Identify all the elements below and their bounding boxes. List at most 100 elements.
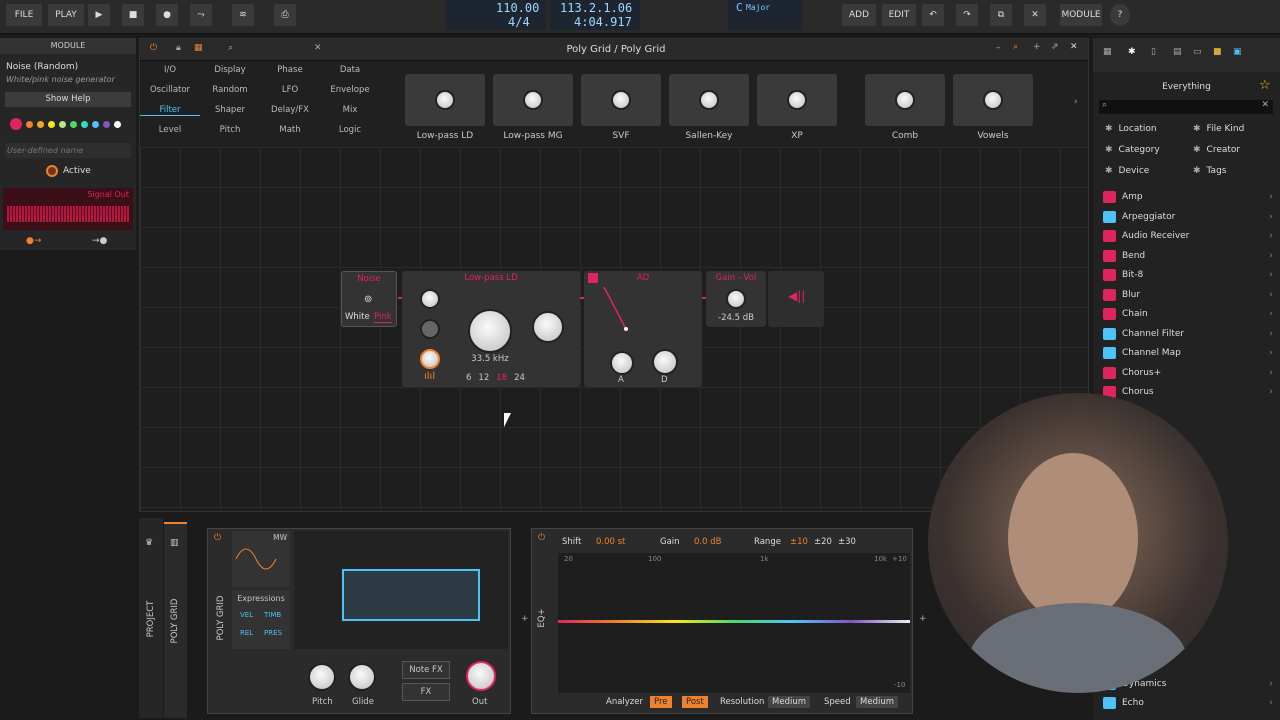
category-oscillator[interactable]: Oscillator — [140, 85, 200, 95]
poly-grid-device[interactable]: ⏻ POLY GRID MW Expressions VEL TIMB REL … — [207, 528, 511, 714]
key-display[interactable]: C Major — [728, 0, 802, 30]
close-icon[interactable]: ✕ — [1070, 42, 1078, 52]
browser-item[interactable]: Chain › — [1103, 308, 1273, 320]
browser-item[interactable]: Channel Map › — [1103, 347, 1273, 359]
key-track-knob[interactable] — [420, 349, 440, 369]
noise-module[interactable]: Noise ⊚ White Pink — [341, 271, 397, 327]
add-button[interactable]: ADD — [842, 4, 876, 26]
category-delayfx[interactable]: Delay/FX — [260, 105, 320, 115]
show-help-button[interactable]: Show Help — [5, 92, 131, 107]
browser-item[interactable]: Blur › — [1103, 288, 1273, 301]
thumb-low-pass-mg[interactable] — [493, 74, 573, 126]
add-icon[interactable]: + — [1033, 42, 1041, 52]
category-lfo[interactable]: LFO — [260, 85, 320, 95]
user-name-input[interactable] — [5, 143, 131, 158]
browser-item[interactable]: Arpeggiator › — [1103, 210, 1273, 223]
glide-knob[interactable] — [348, 663, 376, 691]
browser-item[interactable]: Chorus+ › — [1103, 366, 1273, 379]
minimize-icon[interactable]: – — [996, 43, 1001, 53]
slope-12[interactable]: 12 — [478, 373, 489, 383]
category-phase[interactable]: Phase — [260, 65, 320, 75]
automation-button[interactable]: ⤳ — [190, 4, 212, 26]
category-pitch[interactable]: Pitch — [200, 125, 260, 135]
monitor-icon[interactable]: ▣ — [1233, 47, 1242, 57]
browser-item[interactable]: Bend › — [1103, 249, 1273, 262]
ad-envelope-module[interactable]: AD A D — [584, 271, 702, 387]
slope-24[interactable]: 24 — [514, 373, 525, 383]
output-port-icon[interactable]: →● — [92, 236, 107, 246]
category-shaper[interactable]: Shaper — [200, 105, 260, 115]
resonance-knob[interactable] — [532, 311, 564, 343]
poly-grid-track-tab[interactable]: ▥ POLY GRID — [164, 522, 187, 718]
tiles-icon[interactable]: ▦ — [1103, 47, 1112, 57]
pitch-knob[interactable] — [308, 663, 336, 691]
category-filter[interactable]: Filter — [140, 105, 200, 116]
decay-knob[interactable] — [652, 349, 678, 375]
groove-button[interactable]: ≋ — [232, 4, 254, 26]
resonance-mod-knob[interactable] — [420, 319, 440, 339]
search-input[interactable] — [1113, 100, 1253, 114]
slope-selector[interactable]: 6 12 18 24 — [466, 373, 525, 383]
category-math[interactable]: Math — [260, 125, 320, 135]
thumb-sallen-key[interactable] — [669, 74, 749, 126]
audio-out-module[interactable]: ◀|| — [768, 271, 824, 327]
gain-knob[interactable] — [726, 289, 746, 309]
eq-graph[interactable]: 20 100 1k 10k +10 -10 — [558, 553, 910, 693]
gain-value[interactable]: 0.0 dB — [694, 537, 721, 547]
resolution-select[interactable]: Medium — [768, 696, 810, 708]
gain-vol-module[interactable]: Gain - Vol -24.5 dB — [706, 271, 766, 327]
preset-icon[interactable]: ▤ — [1173, 47, 1182, 57]
filter-creator[interactable]: ✱ Creator — [1193, 145, 1240, 155]
tempo-value[interactable]: 110.00 — [496, 1, 539, 15]
thumb-svf[interactable] — [581, 74, 661, 126]
attack-knob[interactable] — [610, 351, 634, 375]
rel-expression[interactable]: REL — [240, 629, 253, 637]
white-option[interactable]: White — [345, 312, 370, 322]
position-display[interactable]: 113.2.1.06 4:04.917 — [550, 0, 640, 30]
category-level[interactable]: Level — [140, 125, 200, 135]
clear-icon[interactable]: ✕ — [1261, 100, 1269, 110]
cutoff-knob[interactable] — [468, 309, 512, 353]
star-icon[interactable]: ☆ — [1259, 78, 1271, 93]
color-swatches[interactable] — [10, 118, 121, 130]
speed-select[interactable]: Medium — [856, 696, 898, 708]
folder-icon[interactable]: ■ — [1213, 47, 1222, 57]
active-toggle[interactable]: Active — [46, 165, 91, 177]
close-button[interactable]: ✕ — [1024, 4, 1046, 26]
category-display[interactable]: Display — [200, 65, 260, 75]
pre-button[interactable]: Pre — [650, 696, 672, 708]
file-menu[interactable]: FILE — [6, 4, 42, 26]
chevron-right-icon[interactable]: › — [1074, 97, 1078, 107]
input-port-icon[interactable]: ●→ — [26, 236, 41, 246]
grid-overview[interactable] — [294, 531, 508, 649]
post-button[interactable]: Post — [682, 696, 708, 708]
category-mix[interactable]: Mix — [320, 105, 380, 115]
browser-item[interactable]: Chorus › — [1103, 386, 1273, 398]
filter-tags[interactable]: ✱ Tags — [1193, 166, 1226, 176]
category-io[interactable]: I/O — [140, 65, 200, 75]
print-button[interactable]: ⎙ — [274, 4, 296, 26]
browser-search[interactable]: ⌕ ✕ — [1099, 100, 1273, 114]
play-button[interactable]: ▶ — [88, 4, 110, 26]
clip-icon[interactable]: ▭ — [1193, 47, 1202, 57]
browser-item[interactable]: Echo › — [1103, 697, 1273, 709]
fx-button[interactable]: FX — [402, 683, 450, 701]
slope-18[interactable]: 18 — [496, 373, 507, 383]
popout-icon[interactable]: ⇗ — [1051, 42, 1059, 52]
thumb-vowels[interactable] — [953, 74, 1033, 126]
category-envelope[interactable]: Envelope — [320, 85, 380, 95]
thumb-low-pass-ld[interactable] — [405, 74, 485, 126]
patch-canvas[interactable]: Noise ⊚ White Pink Low-pass LD 33.5 kHz … — [140, 147, 1088, 511]
filter-file-kind[interactable]: ✱ File Kind — [1193, 124, 1244, 134]
category-data[interactable]: Data — [320, 65, 380, 75]
category-random[interactable]: Random — [200, 85, 260, 95]
view-rect[interactable] — [342, 569, 480, 621]
module-button[interactable]: MODULE — [1060, 4, 1102, 26]
browser-item[interactable]: Amp › — [1103, 191, 1273, 203]
browser-item[interactable]: Audio Receiver › — [1103, 230, 1273, 242]
cutoff-mod-knob[interactable] — [420, 289, 440, 309]
tempo-display[interactable]: 110.00 4/4 — [446, 0, 546, 30]
project-tab[interactable]: ♛ PROJECT — [139, 518, 163, 718]
undo-button[interactable]: ↶ — [922, 4, 944, 26]
vel-expression[interactable]: VEL — [240, 611, 253, 619]
